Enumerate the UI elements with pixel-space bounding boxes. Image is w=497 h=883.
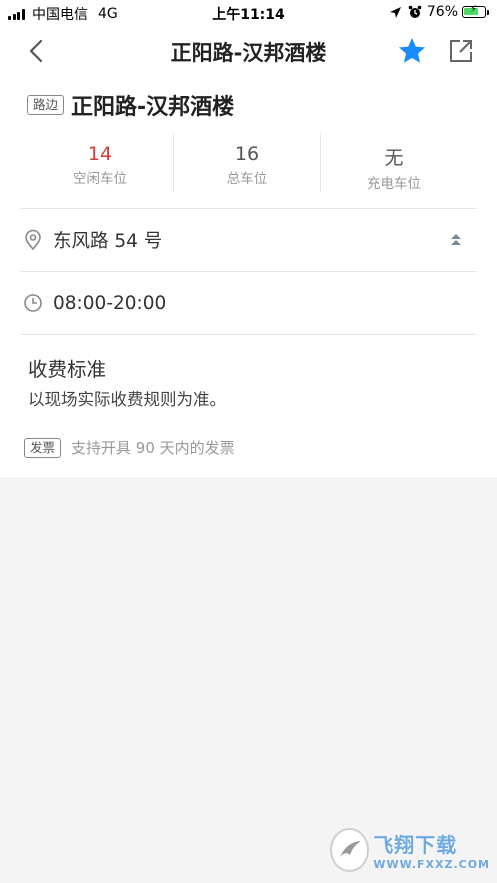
stat-total-spots: 16 总车位 (173, 133, 320, 193)
total-spots-value: 16 (234, 143, 260, 165)
favorite-star-icon[interactable] (397, 36, 427, 66)
lot-name: 正阳路-汉邦酒楼 (71, 95, 235, 120)
location-arrow-icon (389, 6, 401, 18)
battery-cap (487, 9, 489, 15)
parking-stats: 14 空闲车位 16 总车位 无 充电车位 (27, 133, 467, 193)
watermark-circle-icon (330, 828, 370, 872)
share-icon[interactable] (448, 38, 474, 64)
stat-free-spots: 14 空闲车位 (27, 133, 173, 193)
battery-icon: ⚡ (462, 4, 486, 18)
free-spots-label: 空闲车位 (73, 171, 127, 187)
free-spots-value: 14 (87, 143, 113, 165)
watermark-logo: 飞翔下载 WWW.FXXZ.COM (330, 825, 490, 875)
battery-percent: 76% (426, 4, 458, 20)
screen: 中国电信 4G 上午11:14 76% ⚡ 正阳路-汉邦酒楼 路边 正阳路-汉邦… (0, 0, 497, 883)
address-row[interactable]: 东风路 54 号 (20, 209, 477, 271)
watermark-url: WWW.FXXZ.COM (373, 858, 490, 871)
invoice-row: 发票 支持开具 90 天内的发票 (24, 437, 235, 458)
roadside-tag: 路边 (27, 95, 65, 115)
location-pin-icon (25, 229, 41, 251)
lot-header: 路边 正阳路-汉邦酒楼 (27, 89, 234, 121)
collapse-icon[interactable] (449, 233, 463, 247)
hours-row: 08:00-20:00 (20, 272, 477, 334)
charging-bolt-icon: ⚡ (469, 4, 478, 15)
bird-icon (339, 841, 361, 857)
charging-spots-label: 充电车位 (367, 176, 421, 192)
charging-spots-value: 无 (384, 147, 404, 169)
status-bar: 中国电信 4G 上午11:14 76% ⚡ (0, 0, 497, 26)
hours-text: 08:00-20:00 (53, 292, 167, 314)
fee-title: 收费标准 (28, 358, 107, 381)
invoice-text: 支持开具 90 天内的发票 (71, 439, 235, 457)
invoice-tag: 发票 (24, 437, 62, 458)
watermark-name: 飞翔下载 (373, 833, 458, 857)
divider (20, 334, 477, 335)
total-spots-label: 总车位 (226, 171, 268, 187)
fee-description: 以现场实际收费规则为准。 (28, 390, 226, 409)
nav-bar: 正阳路-汉邦酒楼 (0, 26, 497, 76)
stat-charging-spots: 无 充电车位 (320, 133, 467, 193)
alarm-icon (408, 5, 422, 18)
address-text: 东风路 54 号 (53, 231, 163, 252)
clock-icon (24, 294, 42, 312)
